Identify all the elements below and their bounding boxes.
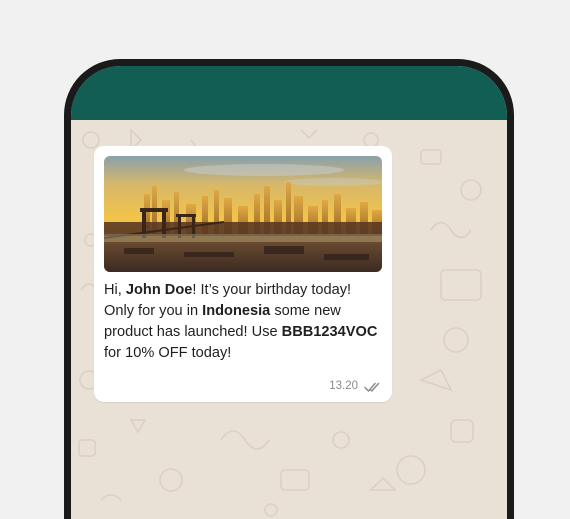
message-meta: 13.20 [329,380,382,392]
message-text: Hi, John Doe! It’s your birthday today! … [104,280,384,364]
country-name: Indonesia [202,303,271,319]
promo-code: BBB1234VOC [281,324,378,340]
recipient-name: John Doe [125,282,193,298]
chat-screen: Hi, John Doe! It’s your birthday today! … [71,66,507,519]
message-text-part4: for 10% OFF today! [104,345,232,361]
double-check-icon [364,380,382,392]
message-text-part1: Hi, [104,282,126,298]
city-skyline-sunset-image[interactable] [104,156,382,272]
chat-header [71,66,507,120]
message-bubble[interactable]: Hi, John Doe! It’s your birthday today! … [94,146,392,402]
phone-frame: Hi, John Doe! It’s your birthday today! … [64,59,514,519]
message-time: 13.20 [329,380,358,392]
